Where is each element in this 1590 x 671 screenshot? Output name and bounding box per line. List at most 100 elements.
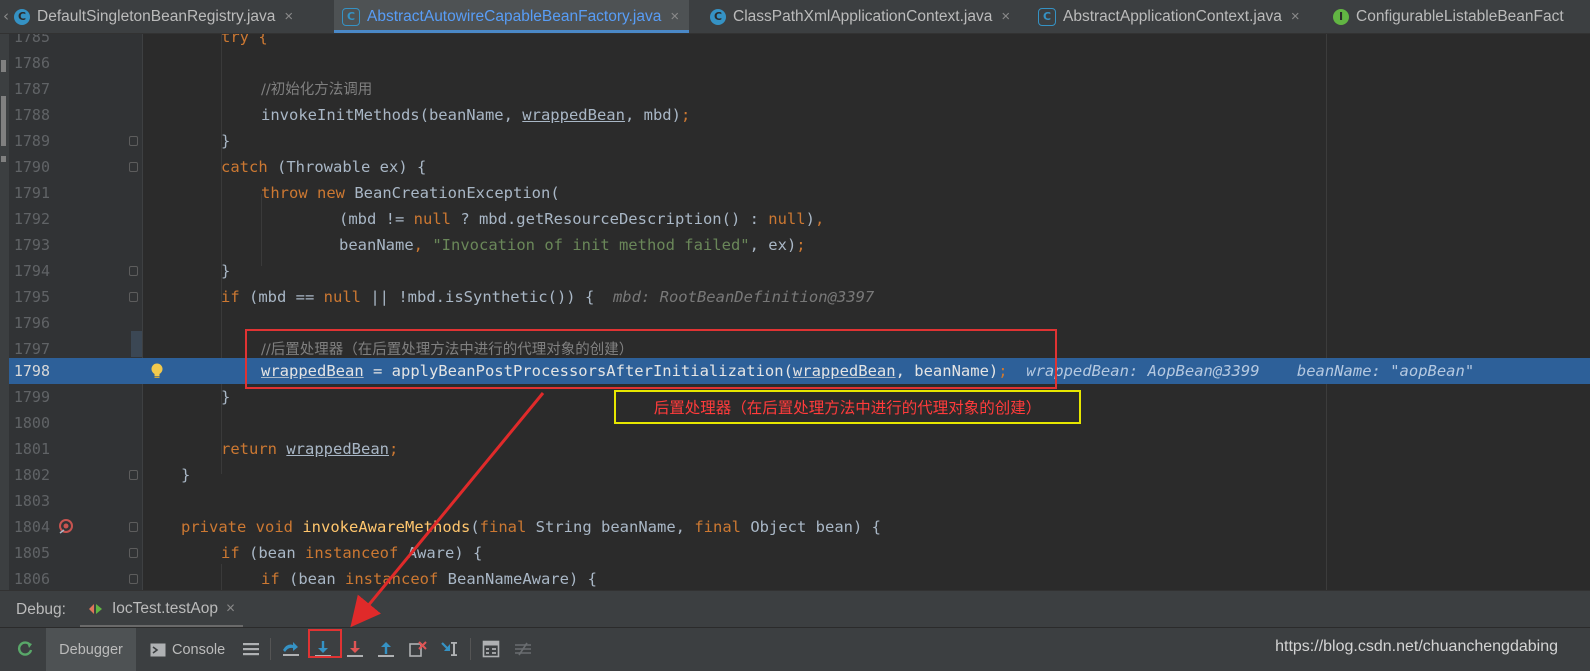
- tab-console[interactable]: Console: [150, 628, 225, 671]
- code-text: }: [221, 262, 231, 280]
- line-number: 1791: [13, 184, 50, 202]
- code-line[interactable]: 1789 }: [9, 128, 1590, 154]
- code-text: (mbd != null ? mbd.getResourceDescriptio…: [339, 210, 825, 228]
- trace-icon: [515, 642, 531, 656]
- fold-marker-icon[interactable]: [129, 574, 138, 584]
- inline-debug-value: wrappedBean: AopBean@3399: [1026, 362, 1260, 380]
- debug-toolbar: Debugger Console https://blog.csdn.net/c…: [0, 627, 1590, 671]
- line-number: 1787: [13, 80, 50, 98]
- fold-marker-icon[interactable]: [129, 292, 138, 302]
- line-number: 1796: [13, 314, 50, 332]
- debug-tool-window-header: Debug: IocTest.testAop ×: [0, 590, 1590, 627]
- method-breakpoint-icon[interactable]: [57, 518, 75, 536]
- drop-frame-button[interactable]: [405, 636, 431, 662]
- code-line[interactable]: 1791 throw new BeanCreationException(: [9, 180, 1590, 206]
- force-step-into-button[interactable]: [342, 636, 368, 662]
- debug-session-tab[interactable]: IocTest.testAop ×: [80, 591, 244, 627]
- rerun-icon: [18, 641, 33, 656]
- debug-title: Debug:: [16, 601, 66, 618]
- code-text: //初始化方法调用: [261, 82, 373, 98]
- code-line[interactable]: 1794 }: [9, 258, 1590, 284]
- tab-label: ClassPathXmlApplicationContext.java: [733, 7, 993, 25]
- code-text: beanName, "Invocation of init method fai…: [339, 236, 806, 254]
- editor-tab-bar: ‹ C DefaultSingletonBeanRegistry.java × …: [0, 0, 1590, 34]
- close-icon[interactable]: ×: [670, 8, 679, 25]
- line-number: 1798: [13, 362, 50, 380]
- tab-default-singleton-bean-registry[interactable]: C DefaultSingletonBeanRegistry.java ×: [14, 0, 293, 33]
- fold-marker-icon[interactable]: [129, 548, 138, 558]
- code-line[interactable]: 1786: [9, 50, 1590, 76]
- fold-marker-icon[interactable]: [129, 522, 138, 532]
- tab-debugger[interactable]: Debugger: [46, 628, 136, 671]
- tab-abstract-autowire-capable-bean-factory[interactable]: C AbstractAutowireCapableBeanFactory.jav…: [334, 0, 690, 33]
- tab-label: ConfigurableListableBeanFact: [1356, 7, 1564, 25]
- code-text: private void invokeAwareMethods(final St…: [181, 518, 881, 536]
- code-line[interactable]: 1806 if (bean instanceof BeanNameAware) …: [9, 566, 1590, 590]
- rerun-button[interactable]: [12, 636, 38, 662]
- code-text: invokeInitMethods(beanName, wrappedBean,…: [261, 106, 691, 124]
- fold-marker-icon[interactable]: [129, 470, 138, 480]
- tab-classpath-xml-application-context[interactable]: C ClassPathXmlApplicationContext.java ×: [710, 0, 1010, 33]
- code-text: catch (Throwable ex) {: [221, 158, 427, 176]
- show-execution-point-button[interactable]: [278, 636, 304, 662]
- console-icon: [150, 643, 166, 656]
- code-line[interactable]: 1802 }: [9, 462, 1590, 488]
- tabs-scroll-left-icon[interactable]: ‹: [3, 7, 9, 25]
- show-execution-point-icon: [283, 642, 299, 656]
- tab-label: AbstractApplicationContext.java: [1063, 7, 1282, 25]
- run-to-cursor-button[interactable]: [437, 636, 463, 662]
- run-to-cursor-icon: [441, 642, 457, 656]
- annotation-label: 后置处理器（在后置处理方法中进行的代理对象的创建）: [614, 390, 1081, 424]
- close-icon[interactable]: ×: [1291, 8, 1300, 25]
- layout-menu-button[interactable]: [238, 636, 264, 662]
- junit-test-icon: [89, 604, 102, 614]
- code-line[interactable]: 1795 if (mbd == null || !mbd.isSynthetic…: [9, 284, 1590, 310]
- abstract-class-icon: C: [1038, 7, 1056, 26]
- code-text: if (bean instanceof BeanNameAware) {: [261, 570, 597, 588]
- code-line[interactable]: 1788 invokeInitMethods(beanName, wrapped…: [9, 102, 1590, 128]
- code-text: }: [181, 466, 191, 484]
- tool-window-marker[interactable]: [1, 60, 6, 72]
- annotation-step-into-highlight: [308, 629, 342, 658]
- interface-icon: I: [1333, 8, 1349, 25]
- lightbulb-icon[interactable]: [149, 362, 165, 380]
- code-line[interactable]: 1792 (mbd != null ? mbd.getResourceDescr…: [9, 206, 1590, 232]
- line-number: 1799: [13, 388, 50, 406]
- code-line[interactable]: 1787 //初始化方法调用: [9, 76, 1590, 102]
- tool-window-marker[interactable]: [1, 96, 6, 146]
- tab-label: AbstractAutowireCapableBeanFactory.java: [367, 7, 662, 25]
- tab-configurable-listable-bean-factory[interactable]: I ConfigurableListableBeanFact: [1333, 0, 1564, 33]
- fold-marker-icon[interactable]: [129, 162, 138, 172]
- close-icon[interactable]: ×: [226, 600, 235, 618]
- code-line[interactable]: 1804 private void invokeAwareMethods(fin…: [9, 514, 1590, 540]
- evaluate-expression-button[interactable]: [478, 636, 504, 662]
- code-line[interactable]: 1793 beanName, "Invocation of init metho…: [9, 232, 1590, 258]
- code-line[interactable]: 1805 if (bean instanceof Aware) {: [9, 540, 1590, 566]
- tab-console-label: Console: [172, 641, 226, 658]
- line-number: 1792: [13, 210, 50, 228]
- watermark-url: https://blog.csdn.net/chuanchengdabing: [1275, 638, 1558, 655]
- tab-abstract-application-context[interactable]: C AbstractApplicationContext.java ×: [1038, 0, 1300, 33]
- line-number: 1788: [13, 106, 50, 124]
- left-tool-strip: [0, 34, 9, 590]
- code-line[interactable]: 1785 try {: [9, 34, 1590, 50]
- toolbar-separator: [270, 638, 271, 660]
- fold-marker-icon[interactable]: [129, 266, 138, 276]
- abstract-class-icon: C: [342, 7, 360, 26]
- close-icon[interactable]: ×: [1001, 8, 1010, 25]
- line-number: 1786: [13, 54, 50, 72]
- tool-window-marker[interactable]: [1, 156, 6, 162]
- code-line[interactable]: 1801 return wrappedBean;: [9, 436, 1590, 462]
- step-out-button[interactable]: [373, 636, 399, 662]
- code-editor[interactable]: 1785 try { 1786 1787 //初始化方法调用 1788 invo…: [9, 34, 1590, 590]
- code-line[interactable]: 1803: [9, 488, 1590, 514]
- line-number: 1802: [13, 466, 50, 484]
- fold-marker-icon[interactable]: [129, 136, 138, 146]
- line-number: 1801: [13, 440, 50, 458]
- line-number: 1803: [13, 492, 50, 510]
- inline-debug-value: beanName: "aopBean": [1296, 362, 1475, 380]
- code-text: try {: [221, 34, 268, 46]
- trace-button[interactable]: [510, 636, 536, 662]
- close-icon[interactable]: ×: [284, 8, 293, 25]
- code-line[interactable]: 1790 catch (Throwable ex) {: [9, 154, 1590, 180]
